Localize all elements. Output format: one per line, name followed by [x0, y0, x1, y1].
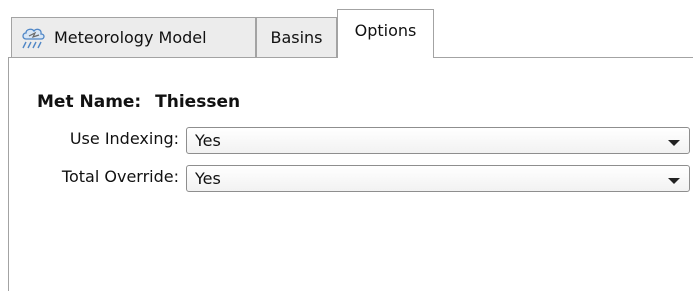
tab-basins-label: Basins: [270, 28, 323, 47]
total-override-select[interactable]: Yes: [186, 165, 690, 192]
use-indexing-label: Use Indexing:: [69, 129, 179, 148]
options-window: Meteorology Model Basins Options Met Nam…: [0, 0, 693, 291]
met-name-label: Met Name:: [37, 92, 142, 112]
tab-meteorology-model-label: Meteorology Model: [54, 28, 207, 47]
met-name-row: Met Name: Thiessen: [37, 92, 240, 112]
use-indexing-value: Yes: [195, 131, 221, 150]
options-panel: Met Name: Thiessen Use Indexing: Yes Tot…: [8, 57, 693, 291]
tab-basins[interactable]: Basins: [256, 17, 337, 57]
tab-strip: Meteorology Model Basins Options: [0, 0, 693, 58]
use-indexing-select[interactable]: Yes: [186, 127, 690, 154]
tab-options-label: Options: [354, 20, 417, 40]
tab-options[interactable]: Options: [337, 9, 434, 58]
chevron-down-icon[interactable]: [668, 139, 680, 146]
tab-meteorology-model[interactable]: Meteorology Model: [11, 17, 256, 57]
total-override-value: Yes: [195, 169, 221, 188]
chevron-down-icon[interactable]: [668, 177, 680, 184]
rain-cloud-icon: [22, 28, 45, 48]
total-override-label: Total Override:: [61, 167, 179, 186]
met-name-value: Thiessen: [155, 92, 241, 112]
